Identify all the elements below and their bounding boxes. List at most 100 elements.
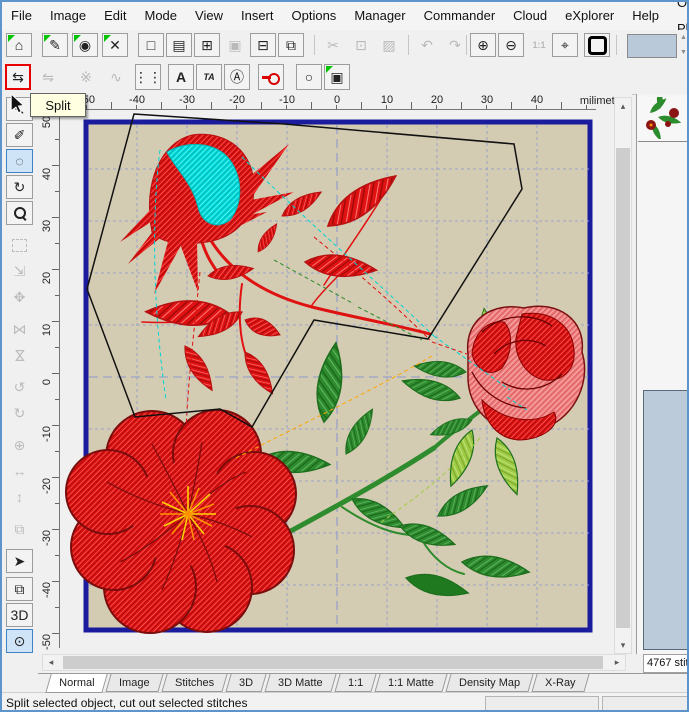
spinner-down-icon[interactable]: ▼ (678, 49, 689, 56)
scroll-down-icon[interactable]: ▾ (615, 637, 631, 653)
tab-image[interactable]: Image (106, 674, 164, 692)
rotate-icon: ↻ (14, 179, 26, 196)
vertical-scroll-thumb[interactable] (616, 148, 630, 628)
stitch-marks-icon: ⋮⋮ (134, 69, 162, 86)
menu-mode[interactable]: Mode (136, 3, 187, 29)
zoom-in-button[interactable]: ⊕ (470, 33, 496, 57)
ruler-label: -30 (41, 527, 53, 549)
tab-1to1-matte[interactable]: 1:1 Matte (375, 674, 448, 692)
wave-icon: ∿ (110, 69, 122, 86)
stitch-marks-button[interactable]: ⋮⋮ (135, 64, 161, 90)
ruler-label: 20 (41, 267, 53, 289)
tab-3d[interactable]: 3D (226, 674, 267, 692)
vertical-scrollbar[interactable]: ▴ ▾ (614, 97, 632, 654)
ruler-label: 10 (41, 319, 53, 341)
menu-options[interactable]: Options (283, 3, 346, 29)
center-horizontal-icon: ↔ (13, 463, 27, 479)
menu-cloud[interactable]: Cloud (504, 3, 556, 29)
redo-icon: ↷ (449, 37, 461, 54)
scroll-up-icon[interactable]: ▴ (615, 98, 631, 114)
monogram-button[interactable]: Ⓐ (224, 64, 250, 90)
swatch-spinner[interactable]: ▲▼ (678, 34, 689, 56)
box-select-button (6, 233, 33, 257)
freehand-select-button[interactable]: ◌ (6, 149, 33, 173)
menu-commander[interactable]: Commander (415, 3, 505, 29)
window-overlap-icon: ⧉ (15, 581, 25, 598)
ruler-label: -40 (41, 579, 53, 601)
menu-file[interactable]: File (2, 3, 41, 29)
spinner-up-icon[interactable]: ▲ (678, 34, 689, 41)
click-sew-button[interactable]: ➤ (6, 549, 33, 573)
center-vertical-button: ↕ (6, 485, 33, 509)
tab-normal[interactable]: Normal (45, 674, 108, 693)
color-swatch[interactable] (627, 34, 677, 58)
overlap-window-button[interactable]: ⧉ (6, 577, 33, 601)
ruler-label: -20 (41, 475, 53, 497)
save-section-button[interactable]: ▣ (324, 64, 350, 90)
main-toolbar: ⌂ ✎ ◉ ✕ □ ▤ ⊞ ▣ ⊟ ⧉ ✂ ⊡ ▨ ↶ ↷ ⊕ ⊖ 1:1 ⌖ … (2, 30, 687, 61)
rotate-tool-button[interactable]: ↻ (6, 175, 33, 199)
floppy-icon: ▣ (228, 37, 241, 54)
undo-button: ↶ (414, 33, 440, 57)
photo-stitch-button[interactable]: ◉ (72, 33, 98, 57)
edit-letter-icon: TA (203, 72, 214, 82)
stitch-wave-button: ∿ (103, 64, 129, 90)
edit-lettering-button[interactable]: TA (196, 64, 222, 90)
cross-stitch-button[interactable]: ✕ (102, 33, 128, 57)
outline-shape-button[interactable]: ○ (296, 64, 322, 90)
menu-help[interactable]: Help (623, 3, 668, 29)
printer-icon: ⊟ (257, 37, 269, 54)
tab-density-map[interactable]: Density Map (445, 674, 533, 692)
tab-stitches[interactable]: Stitches (161, 674, 227, 692)
digitize-button[interactable]: ✎ (42, 33, 68, 57)
toolbar-separator (314, 35, 315, 55)
scroll-left-icon[interactable]: ◂ (43, 655, 59, 670)
pen-node-icon: ✐ (14, 127, 26, 144)
view-3d-button[interactable]: 3D (6, 603, 33, 627)
tab-3d-matte[interactable]: 3D Matte (265, 674, 337, 692)
hoop-icon (588, 36, 607, 55)
menu-image[interactable]: Image (41, 3, 95, 29)
ruler-label: -10 (41, 423, 53, 445)
realistic-view-button[interactable]: ⊙ (6, 629, 33, 653)
sew-icon: ※ (80, 69, 92, 86)
letter-a-icon: A (176, 69, 186, 85)
split-button[interactable]: ⇆ (5, 64, 31, 90)
stitch-count-field: 4767 stitches (643, 654, 689, 673)
open-design-button[interactable]: ▤ (166, 33, 192, 57)
menu-explorer[interactable]: eXplorer (556, 3, 623, 29)
design-library-button[interactable]: ⌂ (6, 33, 32, 57)
align-copy-button: ⧉ (6, 517, 33, 541)
zoom-selection-button[interactable]: ⌖ (552, 33, 578, 57)
ruler-label: 30 (41, 215, 53, 237)
menu-view[interactable]: View (186, 3, 232, 29)
magnify-tool-button[interactable] (6, 201, 33, 225)
save-design-button: ▣ (222, 33, 248, 57)
zoom-out-button[interactable]: ⊖ (498, 33, 524, 57)
print-button[interactable]: ⊟ (250, 33, 276, 57)
undo-icon: ↶ (421, 37, 433, 54)
save-flag-icon: ▣ (330, 69, 343, 86)
lock-button[interactable] (258, 64, 284, 90)
paste-into-button[interactable]: ⧉ (278, 33, 304, 57)
zoom-in-icon: ⊕ (477, 37, 489, 54)
design-canvas[interactable] (62, 94, 616, 660)
scroll-right-icon[interactable]: ▸ (609, 655, 625, 670)
lettering-button[interactable]: A (168, 64, 194, 90)
edit-points-button[interactable]: ✐ (6, 123, 33, 147)
menu-edit[interactable]: Edit (95, 3, 135, 29)
rotate-left-icon: ↺ (14, 379, 26, 396)
design-thumbnail[interactable] (638, 97, 689, 142)
tab-x-ray[interactable]: X-Ray (532, 674, 590, 692)
application-window: File Image Edit Mode View Insert Options… (0, 0, 689, 712)
ruler-label: -50 (41, 631, 53, 653)
insert-design-button[interactable]: ⊞ (194, 33, 220, 57)
menu-insert[interactable]: Insert (232, 3, 283, 29)
center-design-button: ⊕ (6, 433, 33, 457)
new-design-button[interactable]: □ (138, 33, 164, 57)
horizontal-scrollbar[interactable]: ◂ ▸ (42, 654, 626, 671)
horizontal-scroll-thumb[interactable] (63, 656, 603, 669)
tab-1to1[interactable]: 1:1 (334, 674, 376, 692)
hoop-button[interactable] (584, 33, 610, 57)
menu-manager[interactable]: Manager (345, 3, 414, 29)
